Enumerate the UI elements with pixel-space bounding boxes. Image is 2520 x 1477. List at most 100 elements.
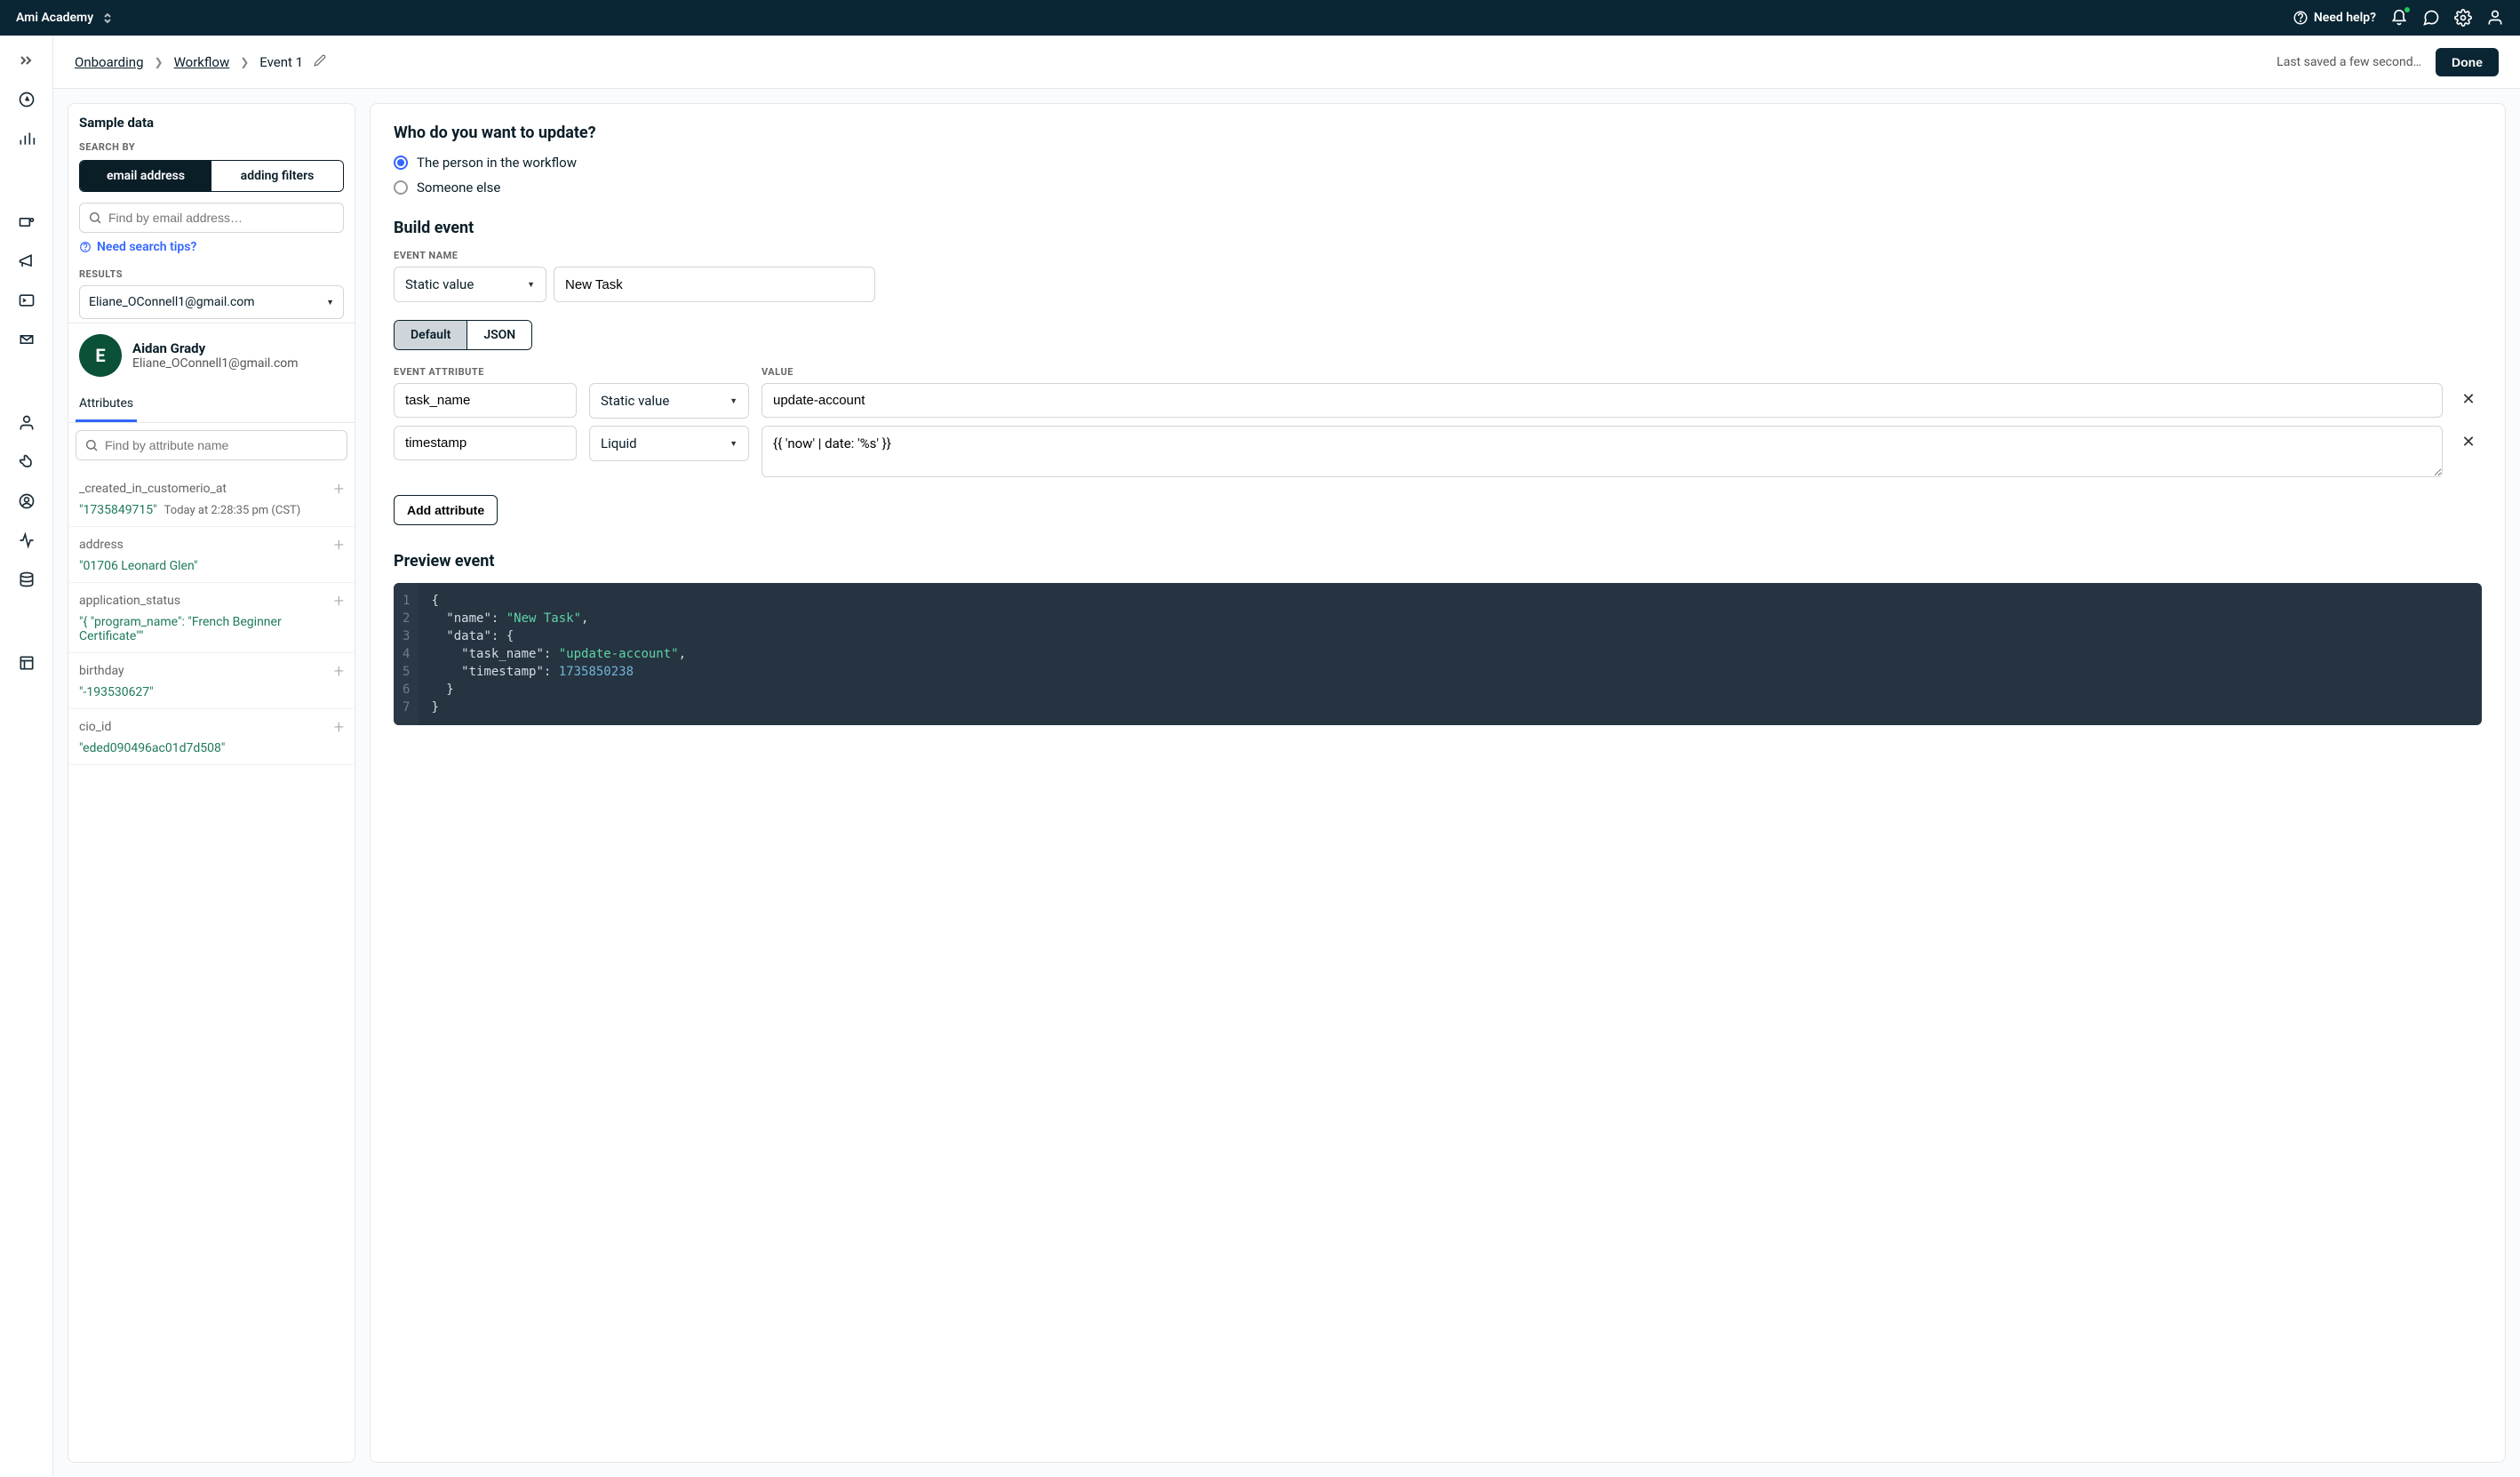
save-status: Last saved a few second… [2277, 55, 2421, 69]
event-name-label: EVENT NAME [394, 250, 2482, 261]
chevron-right-icon: ❯ [240, 56, 249, 68]
transactional-icon[interactable] [18, 291, 36, 309]
person-email: Eliane_OConnell1@gmail.com [132, 356, 299, 371]
workspace-switcher[interactable]: Ami Academy [16, 11, 111, 25]
data-icon[interactable] [18, 571, 36, 588]
panel-title: Sample data [79, 115, 344, 131]
view-toggle: Default JSON [394, 320, 532, 350]
search-icon [88, 211, 102, 225]
view-json[interactable]: JSON [467, 321, 531, 349]
attr-value-textarea[interactable]: {{ 'now' | date: '%s' }} [762, 426, 2443, 477]
sample-data-panel: Sample data SEARCH BY email address addi… [68, 103, 355, 1463]
attr-name-input[interactable] [394, 383, 577, 418]
person-name: Aidan Grady [132, 340, 299, 356]
search-by-label: SEARCH BY [79, 141, 344, 153]
content-icon[interactable] [18, 654, 36, 672]
event-name-input[interactable] [554, 267, 875, 302]
attr-value: "eded090496ac01d7d508" [79, 741, 225, 755]
view-default[interactable]: Default [395, 321, 467, 349]
attr-meta: Today at 2:28:35 pm (CST) [164, 504, 301, 517]
attr-name-input[interactable] [394, 426, 577, 460]
dropdown-icon: ▼ [527, 280, 535, 290]
results-label: RESULTS [79, 268, 344, 280]
dropdown-icon: ▼ [326, 298, 334, 307]
segment-email[interactable]: email address [80, 161, 211, 191]
add-attr-icon[interactable]: + [334, 660, 344, 682]
breadcrumb: Onboarding ❯ Workflow ❯ Event 1 [75, 54, 326, 70]
who-section-title: Who do you want to update? [394, 124, 2482, 142]
attr-value-input[interactable] [762, 383, 2443, 418]
attr-name: _created_in_customerio_at [79, 482, 227, 496]
list-item: _created_in_customerio_at + "1735849715"… [68, 471, 355, 527]
attr-name: cio_id [79, 720, 111, 734]
table-row: Static value ▼ ✕ [394, 383, 2482, 419]
notifications-icon[interactable] [2390, 9, 2408, 27]
expand-sidebar-icon[interactable] [18, 52, 36, 69]
breadcrumb-workflow[interactable]: Workflow [174, 54, 230, 70]
add-attr-icon[interactable]: + [334, 590, 344, 611]
list-item: birthday + "-193530627" [68, 653, 355, 709]
person-card: E Aidan Grady Eliane_OConnell1@gmail.com [68, 323, 355, 387]
done-button[interactable]: Done [2436, 48, 2499, 76]
app-shell: Onboarding ❯ Workflow ❯ Event 1 Last sav… [0, 36, 2520, 1477]
person-tabs: Attributes [68, 387, 355, 423]
result-select[interactable]: Eliane_OConnell1@gmail.com ▼ [79, 285, 344, 319]
icon-rail [0, 36, 53, 1477]
dropdown-icon: ▼ [730, 439, 738, 449]
broadcasts-icon[interactable] [18, 252, 36, 270]
chevron-right-icon: ❯ [155, 56, 163, 68]
list-item: cio_id + "eded090496ac01d7d508" [68, 709, 355, 765]
attr-value: "-193530627" [79, 685, 154, 699]
result-selected-value: Eliane_OConnell1@gmail.com [89, 295, 255, 309]
need-help-link[interactable]: Need help? [2293, 10, 2376, 26]
remove-row-button[interactable]: ✕ [2455, 426, 2482, 451]
delivery-icon[interactable] [18, 331, 36, 348]
activity-icon[interactable] [18, 531, 36, 549]
attr-type-select[interactable]: Static value ▼ [589, 383, 749, 419]
table-row: Liquid ▼ {{ 'now' | date: '%s' }} ✕ [394, 426, 2482, 481]
settings-icon[interactable] [2454, 9, 2472, 27]
add-attr-icon[interactable]: + [334, 478, 344, 499]
attr-type-select[interactable]: Liquid ▼ [589, 426, 749, 461]
search-by-segmented: email address adding filters [79, 160, 344, 192]
breadcrumb-onboarding[interactable]: Onboarding [75, 54, 144, 70]
chat-icon[interactable] [2422, 9, 2440, 27]
breadcrumb-current: Event 1 [259, 54, 303, 70]
col-header-attribute: EVENT ATTRIBUTE [394, 366, 577, 378]
list-item: address + "01706 Leonard Glen" [68, 527, 355, 583]
top-header: Ami Academy Need help? [0, 0, 2520, 36]
breadcrumb-bar: Onboarding ❯ Workflow ❯ Event 1 Last sav… [53, 36, 2520, 89]
radio-someone-else[interactable]: Someone else [394, 180, 2482, 196]
segments-icon[interactable] [18, 453, 36, 471]
radio-person-in-workflow[interactable]: The person in the workflow [394, 155, 2482, 171]
add-attribute-button[interactable]: Add attribute [394, 495, 498, 525]
remove-row-button[interactable]: ✕ [2455, 383, 2482, 409]
attr-value: "1735849715" [79, 503, 157, 517]
dashboard-icon[interactable] [18, 91, 36, 108]
segment-filters[interactable]: adding filters [211, 161, 343, 191]
need-help-label: Need help? [2314, 11, 2376, 25]
attr-value: "01706 Leonard Glen" [79, 559, 197, 573]
people-icon[interactable] [18, 414, 36, 432]
user-icon[interactable] [2486, 9, 2504, 27]
tab-attributes[interactable]: Attributes [76, 387, 137, 422]
radio-off-icon [394, 180, 408, 195]
add-attr-icon[interactable]: + [334, 534, 344, 555]
attr-search-input[interactable] [76, 430, 347, 460]
search-input[interactable] [79, 203, 344, 233]
journeys-icon[interactable] [18, 213, 36, 231]
attr-name: application_status [79, 594, 180, 608]
switcher-arrows-icon [104, 13, 111, 23]
code-preview: 1234567 { "name": "New Task", "data": { … [394, 583, 2482, 725]
analytics-icon[interactable] [18, 130, 36, 148]
add-attr-icon[interactable]: + [334, 716, 344, 738]
edit-icon[interactable] [314, 54, 326, 70]
radio-on-icon [394, 156, 408, 170]
build-event-title: Build event [394, 219, 2482, 237]
accounts-icon[interactable] [18, 492, 36, 510]
event-name-type-select[interactable]: Static value ▼ [394, 267, 546, 302]
content-row: Sample data SEARCH BY email address addi… [53, 89, 2520, 1477]
search-tips-link[interactable]: Need search tips? [79, 240, 344, 254]
attribute-table: EVENT ATTRIBUTE VALUE Static value ▼ [394, 366, 2482, 481]
help-icon [79, 241, 92, 253]
